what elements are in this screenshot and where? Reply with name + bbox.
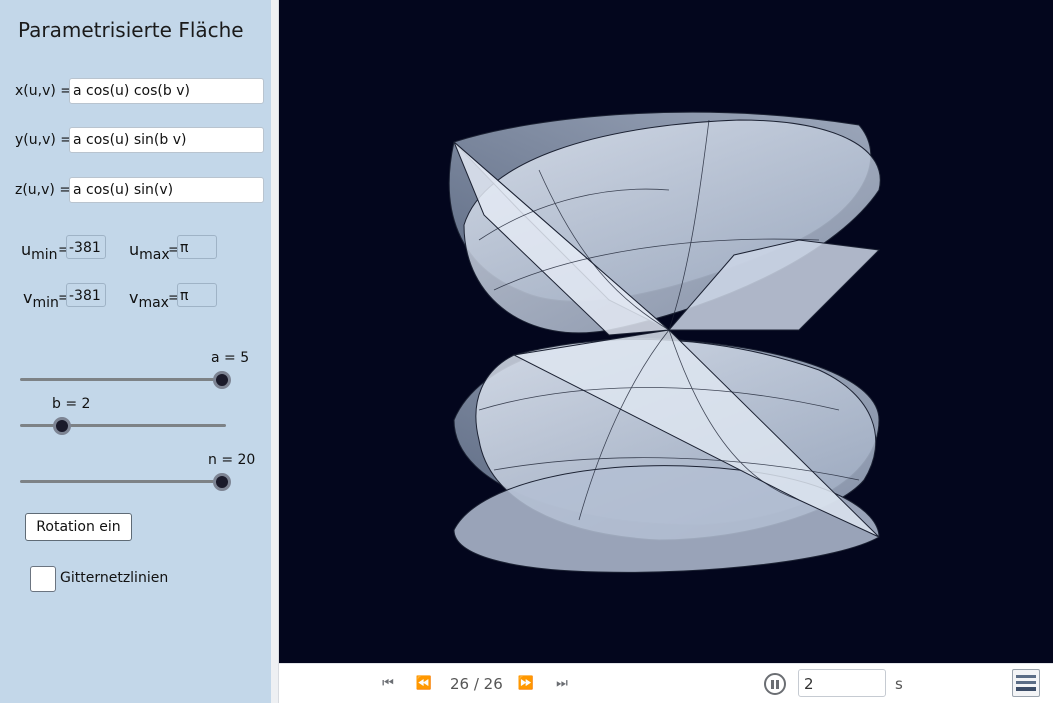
umax-input[interactable]: π xyxy=(177,235,217,259)
algebra-view-icon[interactable] xyxy=(1012,669,1040,697)
speed-unit-label: s xyxy=(895,675,903,693)
umin-input[interactable]: -381 xyxy=(66,235,106,259)
vmin-input[interactable]: -381 xyxy=(66,283,106,307)
slider-b-label: b = 2 xyxy=(52,396,91,412)
frame-counter: 26 / 26 xyxy=(450,675,503,693)
skip-to-end-icon[interactable]: ⏭ xyxy=(552,676,572,692)
skip-to-start-icon[interactable]: ⏮ xyxy=(378,676,398,692)
step-back-icon[interactable]: ⏪ xyxy=(414,676,434,692)
y-equation-input[interactable]: a cos(u) sin(b v) xyxy=(69,127,264,153)
z-equation-label: z(u,v) = xyxy=(15,182,72,198)
umax-label: umax xyxy=(129,240,170,264)
slider-a-handle[interactable] xyxy=(213,371,231,389)
3d-graphics-view[interactable] xyxy=(279,0,1053,663)
y-equation-label: y(u,v) = xyxy=(15,132,72,148)
animation-speed-input[interactable]: 2 xyxy=(798,669,886,697)
page-title: Parametrisierte Fläche xyxy=(18,18,244,42)
slider-a-label: a = 5 xyxy=(211,350,250,366)
x-equation-input[interactable]: a cos(u) cos(b v) xyxy=(69,78,264,104)
panel-splitter[interactable] xyxy=(271,0,279,703)
vmax-input[interactable]: π xyxy=(177,283,217,307)
control-panel: Parametrisierte Fläche x(u,v) = a cos(u)… xyxy=(0,0,272,703)
parametric-surface-render xyxy=(448,111,881,573)
slider-n-track[interactable] xyxy=(20,480,226,483)
slider-b-track[interactable] xyxy=(20,424,226,427)
animation-toolbar: ⏮ ⏪ 26 / 26 ⏩ ⏭ 2 s xyxy=(279,663,1053,704)
vmin-label: vmin xyxy=(23,288,59,312)
grid-lines-label: Gitternetzlinien xyxy=(60,570,169,586)
step-forward-icon[interactable]: ⏩ xyxy=(516,676,536,692)
x-equation-label: x(u,v) = xyxy=(15,83,72,99)
rotation-toggle-button[interactable]: Rotation ein xyxy=(25,513,132,541)
umin-label: umin xyxy=(21,240,58,264)
grid-lines-checkbox[interactable] xyxy=(30,566,56,592)
slider-n-label: n = 20 xyxy=(208,452,256,468)
pause-icon[interactable] xyxy=(764,673,786,695)
slider-n-handle[interactable] xyxy=(213,473,231,491)
slider-b-handle[interactable] xyxy=(53,417,72,435)
slider-a-track[interactable] xyxy=(20,378,225,381)
z-equation-input[interactable]: a cos(u) sin(v) xyxy=(69,177,264,203)
vmax-label: vmax xyxy=(129,288,169,312)
